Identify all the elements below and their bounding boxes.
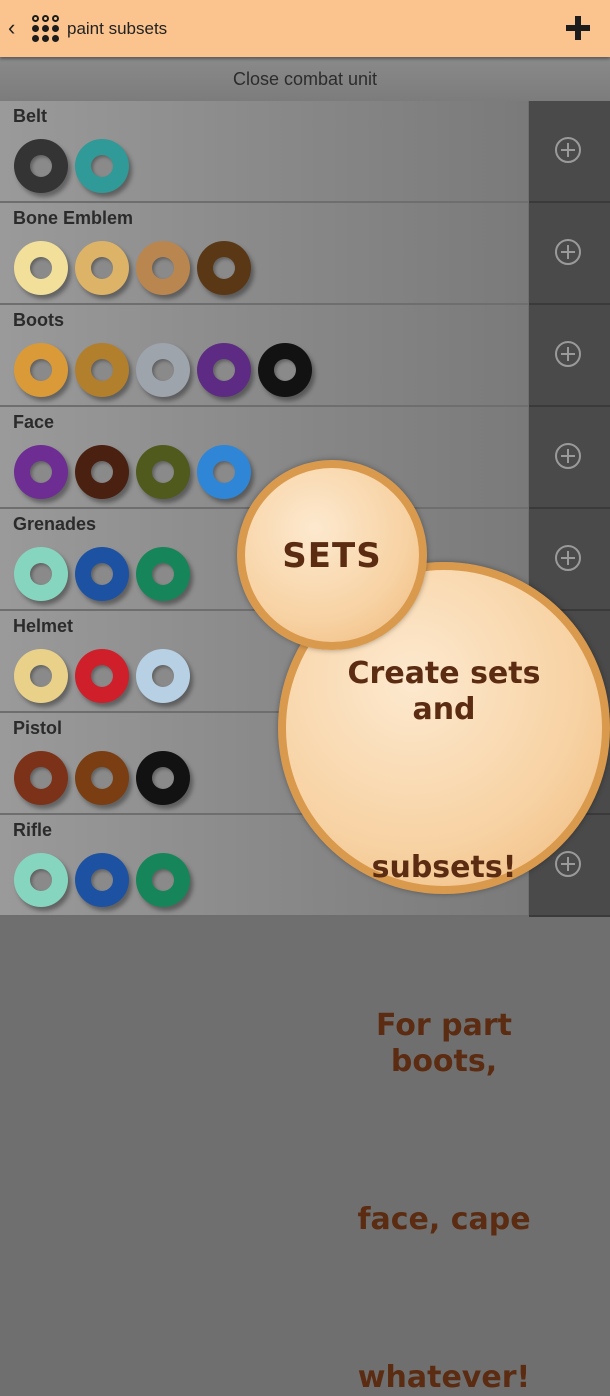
plus-circle-icon bbox=[555, 341, 581, 367]
subset-name: Helmet bbox=[13, 616, 74, 636]
paint-swatch[interactable] bbox=[197, 241, 251, 295]
paint-swatch[interactable] bbox=[75, 241, 129, 295]
plus-circle-icon bbox=[555, 137, 581, 163]
paint-swatch[interactable] bbox=[136, 853, 190, 907]
paint-swatch[interactable] bbox=[75, 547, 129, 601]
paint-swatch[interactable] bbox=[75, 343, 129, 397]
subset-row[interactable]: Boots bbox=[0, 305, 528, 407]
paint-swatch[interactable] bbox=[75, 649, 129, 703]
set-title: Close combat unit bbox=[0, 57, 610, 101]
paint-swatch[interactable] bbox=[197, 445, 251, 499]
dots-logo-icon bbox=[32, 15, 62, 43]
promo-line-4: face, cape bbox=[357, 1202, 531, 1237]
plus-circle-icon bbox=[555, 545, 581, 571]
paint-swatch[interactable] bbox=[14, 445, 68, 499]
add-paint-button[interactable] bbox=[529, 101, 610, 203]
sets-badge-label: SETS bbox=[282, 536, 382, 576]
promo-line-2: subsets! bbox=[371, 850, 517, 885]
paint-swatch[interactable] bbox=[75, 445, 129, 499]
paint-swatch[interactable] bbox=[136, 751, 190, 805]
paint-swatch[interactable] bbox=[136, 547, 190, 601]
paint-swatch[interactable] bbox=[14, 853, 68, 907]
subset-name: Face bbox=[13, 412, 55, 432]
paint-swatch[interactable] bbox=[136, 241, 190, 295]
sets-badge: SETS bbox=[237, 460, 427, 650]
promo-text: Create sets and subsets! For part boots, fa… bbox=[304, 656, 584, 1396]
subset-row[interactable]: Belt bbox=[0, 101, 528, 203]
paint-swatch[interactable] bbox=[197, 343, 251, 397]
app-title: paint subsets bbox=[67, 19, 168, 38]
subset-name: Boots bbox=[13, 310, 64, 330]
app-bar: ‹ paint subsets bbox=[0, 0, 610, 57]
add-set-button[interactable] bbox=[566, 16, 590, 40]
paint-swatch[interactable] bbox=[136, 343, 190, 397]
plus-circle-icon bbox=[555, 239, 581, 265]
subset-name: Rifle bbox=[13, 820, 53, 840]
add-paint-button[interactable] bbox=[529, 305, 610, 407]
promo-line-1: Create sets and bbox=[347, 656, 541, 727]
paint-swatch[interactable] bbox=[14, 649, 68, 703]
promo-line-3: For part boots, bbox=[376, 1008, 512, 1079]
paint-swatch[interactable] bbox=[258, 343, 312, 397]
plus-circle-icon bbox=[555, 443, 581, 469]
add-paint-button[interactable] bbox=[529, 203, 610, 305]
subset-name: Bone Emblem bbox=[13, 208, 134, 228]
promo-line-5: whatever! bbox=[357, 1360, 531, 1395]
paint-swatch[interactable] bbox=[14, 241, 68, 295]
paint-swatch[interactable] bbox=[136, 445, 190, 499]
paint-swatch[interactable] bbox=[75, 751, 129, 805]
paint-swatch[interactable] bbox=[14, 343, 68, 397]
paint-swatch[interactable] bbox=[75, 853, 129, 907]
back-icon[interactable]: ‹ bbox=[8, 14, 15, 42]
subset-name: Belt bbox=[13, 106, 48, 126]
subset-row[interactable]: Bone Emblem bbox=[0, 203, 528, 305]
paint-swatch[interactable] bbox=[75, 139, 129, 193]
paint-swatch[interactable] bbox=[14, 751, 68, 805]
subset-name: Grenades bbox=[13, 514, 97, 534]
add-paint-button[interactable] bbox=[529, 407, 610, 509]
paint-swatch[interactable] bbox=[14, 139, 68, 193]
paint-swatch[interactable] bbox=[136, 649, 190, 703]
subset-name: Pistol bbox=[13, 718, 63, 738]
paint-swatch[interactable] bbox=[14, 547, 68, 601]
